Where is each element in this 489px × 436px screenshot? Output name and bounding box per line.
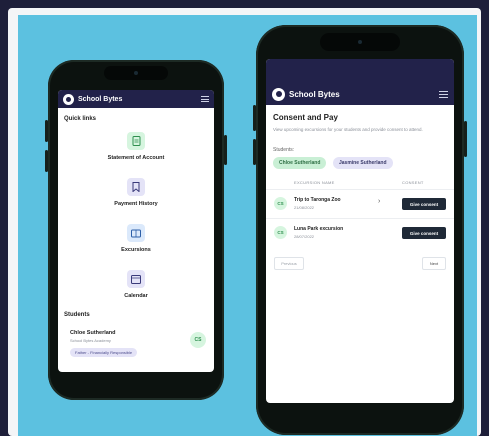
- quick-link-calendar[interactable]: Calendar: [58, 270, 214, 299]
- quick-link-label: Calendar: [124, 293, 148, 299]
- quick-link-statement-of-account[interactable]: Statement of Account: [58, 132, 214, 161]
- app-name: School Bytes: [289, 89, 340, 99]
- table-header: EXCURSION NAME CONSENT: [266, 177, 454, 190]
- student-chip-jasmine[interactable]: Jasmine Sutherland: [333, 157, 393, 169]
- app-name: School Bytes: [78, 95, 123, 103]
- previous-page-button[interactable]: Previous: [274, 257, 304, 270]
- give-consent-button[interactable]: Give consent: [402, 198, 446, 210]
- excursion-name: Luna Park excursion: [294, 226, 344, 232]
- column-header-consent: CONSENT: [402, 180, 424, 185]
- school-bytes-logo-icon: [63, 93, 74, 105]
- left-phone-screen: School Bytes Quick links Statement of Ac…: [58, 90, 214, 372]
- quick-link-excursions[interactable]: Excursions: [58, 224, 214, 253]
- volume-button: [45, 150, 48, 172]
- app-header: School Bytes: [58, 90, 214, 108]
- document-icon: [127, 132, 145, 150]
- volume-button: [253, 139, 256, 165]
- student-school: School Bytes Academy: [70, 338, 111, 343]
- students-title: Students: [64, 312, 90, 318]
- row-avatar: CS: [274, 226, 287, 239]
- quick-link-label: Statement of Account: [107, 155, 165, 161]
- bookmark-icon: [127, 178, 145, 196]
- right-phone-screen: School Bytes Consent and Pay View upcomi…: [266, 59, 454, 403]
- quick-links-title: Quick links: [64, 116, 97, 122]
- excursion-name: Trip to Taronga Zoo: [294, 197, 341, 203]
- volume-button: [45, 120, 48, 142]
- right-phone: School Bytes Consent and Pay View upcomi…: [253, 25, 467, 435]
- students-label: Students:: [273, 147, 295, 153]
- row-avatar: CS: [274, 197, 287, 210]
- calendar-icon: [127, 270, 145, 288]
- camera-icon: [358, 40, 362, 44]
- power-button: [224, 135, 227, 165]
- column-header-excursion-name: EXCURSION NAME: [294, 180, 335, 185]
- student-name: Chloe Sutherland: [70, 330, 116, 336]
- header-band: [266, 59, 454, 83]
- quick-link-label: Payment History: [114, 201, 158, 207]
- quick-link-label: Excursions: [121, 247, 151, 253]
- chevron-right-icon[interactable]: ›: [378, 198, 380, 205]
- page-description: View upcoming excursions for your studen…: [273, 127, 423, 132]
- school-bytes-logo-icon: [272, 87, 285, 101]
- excursion-date: 21/08/2022: [294, 205, 315, 210]
- role-badge: Father - Financially Responsible: [70, 348, 138, 357]
- menu-icon[interactable]: [439, 90, 448, 98]
- table-row[interactable]: CS Trip to Taronga Zoo 21/08/2022 › Give…: [266, 190, 454, 219]
- student-avatar: CS: [190, 332, 206, 348]
- camera-icon: [134, 71, 138, 75]
- book-icon: [127, 224, 145, 242]
- menu-icon[interactable]: [201, 96, 209, 102]
- next-page-button[interactable]: Next: [422, 257, 446, 270]
- left-phone: School Bytes Quick links Statement of Ac…: [45, 60, 227, 400]
- app-header: School Bytes: [266, 83, 454, 105]
- quick-link-payment-history[interactable]: Payment History: [58, 178, 214, 207]
- student-card[interactable]: Chloe Sutherland School Bytes Academy Fa…: [64, 326, 208, 366]
- showcase-backdrop: School Bytes Quick links Statement of Ac…: [18, 15, 477, 436]
- table-row[interactable]: CS Luna Park excursion 28/07/2022 Give c…: [266, 219, 454, 247]
- student-chip-chloe[interactable]: Chloe Sutherland: [273, 157, 327, 169]
- give-consent-button[interactable]: Give consent: [402, 227, 446, 239]
- excursion-date: 28/07/2022: [294, 234, 315, 239]
- volume-button: [253, 105, 256, 131]
- power-button: [464, 121, 467, 157]
- page-title: Consent and Pay: [273, 113, 338, 122]
